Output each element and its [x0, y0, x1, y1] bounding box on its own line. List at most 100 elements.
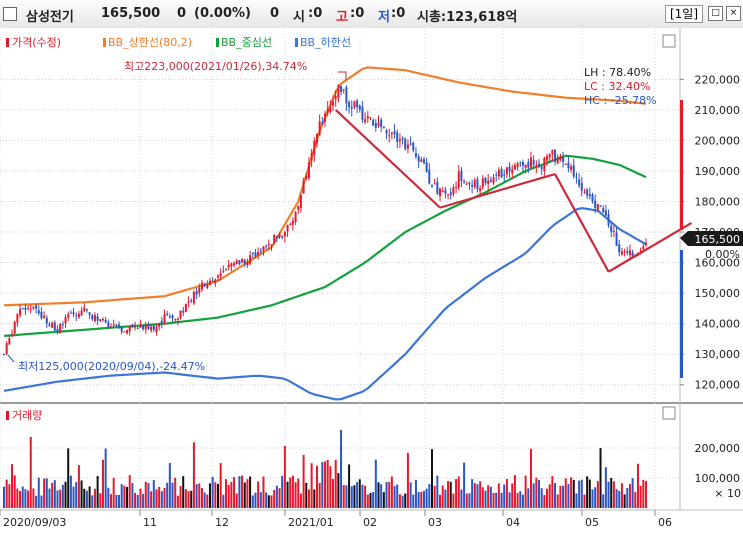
volume-bar	[152, 480, 155, 508]
candle-body	[318, 121, 321, 136]
date-tick-label: 06	[658, 516, 672, 529]
volume-bar	[444, 489, 447, 508]
candle-body	[358, 105, 361, 110]
candle-body	[283, 232, 286, 237]
volume-bar	[176, 495, 179, 508]
volume-bar	[543, 495, 546, 508]
up-range-bar	[680, 100, 683, 230]
candle-body	[206, 284, 209, 289]
pane-maximize-icon[interactable]	[662, 34, 676, 48]
candle-body	[436, 181, 439, 195]
volume-bar	[305, 482, 308, 508]
volume-bar	[198, 483, 201, 508]
volume-bar	[160, 491, 163, 508]
candle-body	[134, 326, 137, 328]
current-price-tag-label: 165,500	[695, 233, 741, 246]
maximize-icon[interactable]: □	[708, 6, 723, 21]
candle-body	[380, 119, 383, 127]
volume-bar	[139, 488, 142, 508]
legend-middle-band[interactable]: BB_중심선	[221, 36, 272, 49]
candle-body	[142, 325, 145, 330]
candle-body	[67, 314, 70, 318]
volume-bar	[626, 487, 629, 508]
volume-bar	[267, 495, 270, 508]
candle-body	[390, 132, 393, 135]
candle-body	[75, 314, 78, 316]
candle-body	[591, 194, 594, 202]
volume-bar	[479, 481, 482, 508]
candle-body	[350, 107, 353, 109]
volume-bar	[315, 465, 318, 508]
candle-body	[334, 95, 337, 100]
volume-bar	[329, 466, 332, 508]
volume-bar	[489, 486, 492, 508]
volume-bar	[19, 491, 22, 508]
stat-lh: LH : 78.40%	[584, 66, 651, 79]
stock-name[interactable]: 삼성전기	[26, 6, 74, 25]
candle-body	[425, 162, 428, 172]
volume-bar	[332, 478, 335, 508]
volume-bar	[495, 492, 498, 508]
candle-body	[626, 251, 629, 253]
volume-bar	[361, 484, 364, 508]
volume-bar	[535, 477, 538, 508]
candle-body	[227, 264, 230, 268]
volume-bar	[259, 492, 262, 508]
candle-body	[184, 303, 187, 312]
volume-bar	[505, 478, 508, 508]
low-value: :0	[391, 6, 406, 21]
volume-bar	[340, 430, 343, 508]
candle-body	[19, 308, 22, 316]
volume-bar	[401, 495, 404, 508]
volume-bar	[529, 448, 532, 508]
legend-volume[interactable]: 거래량	[12, 409, 42, 422]
volume-bar	[112, 477, 115, 508]
candle-body	[313, 140, 316, 155]
volume-bar	[318, 483, 321, 508]
candle-body	[644, 242, 648, 245]
legend-price[interactable]: 가격(수정)	[12, 36, 61, 49]
volume-bar	[310, 463, 313, 508]
close-icon[interactable]: ×	[726, 6, 741, 21]
volume-bar	[460, 489, 463, 508]
candle-body	[48, 324, 51, 327]
candle-body	[208, 280, 211, 286]
candle-body	[586, 189, 589, 196]
volume-pane-maximize-icon[interactable]	[662, 406, 676, 420]
candle-body	[53, 322, 56, 331]
volume-bar	[430, 449, 434, 508]
volume-bar	[16, 488, 19, 508]
candle-body	[214, 279, 217, 284]
candle-body	[449, 192, 452, 196]
candle-body	[99, 319, 102, 322]
candle-body	[315, 133, 318, 144]
candle-body	[171, 315, 174, 318]
volume-bar	[91, 495, 94, 508]
timeframe-button[interactable]: [1일]	[665, 5, 703, 23]
candle-body	[179, 310, 182, 319]
candle-body	[238, 260, 241, 265]
volume-bar	[551, 476, 554, 508]
candle-body	[69, 312, 72, 314]
volume-bar	[208, 483, 211, 508]
select-checkbox[interactable]	[3, 7, 17, 21]
candle-body	[572, 165, 575, 177]
volume-bar	[251, 495, 254, 508]
volume-bar	[398, 494, 401, 508]
date-tick-label: 02	[363, 516, 377, 529]
low-label: 저	[378, 10, 390, 25]
volume-bar	[578, 480, 581, 508]
volume-bar	[75, 482, 78, 508]
candle-body	[366, 116, 369, 119]
volume-bar	[128, 475, 131, 508]
legend-lower-band[interactable]: BB_하한선	[300, 35, 351, 49]
volume-bar	[326, 460, 329, 508]
volume-bar	[5, 479, 8, 508]
legend-upper-band[interactable]: BB_상한선(80,2)	[108, 36, 192, 49]
volume-bar	[99, 493, 102, 508]
volume-bar	[537, 479, 541, 508]
price-tick-label: 210,000	[695, 104, 741, 117]
candle-body	[492, 177, 495, 184]
volume-bar	[227, 484, 230, 508]
volume-bar	[216, 483, 220, 508]
